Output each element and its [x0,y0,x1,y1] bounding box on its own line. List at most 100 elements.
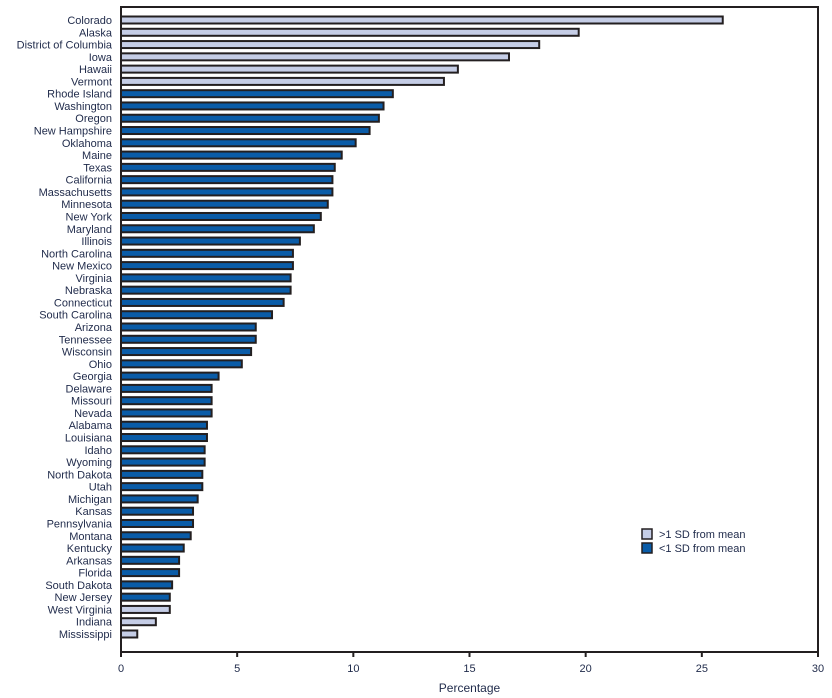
bar-nevada [120,408,213,418]
legend-label-below: <1 SD from mean [659,543,746,555]
category-label: Minnesota [61,199,113,211]
bar-west-virginia [120,604,171,614]
bar-new-hampshire [120,126,371,136]
category-labels: ColoradoAlaskaDistrict of ColumbiaIowaHa… [17,15,113,641]
bar-nebraska [120,285,292,295]
bar-tennessee [120,334,257,344]
bar-delaware [120,383,213,393]
x-axis-title: Percentage [439,681,501,695]
bar-north-dakota [120,469,204,479]
category-label: Indiana [76,617,113,629]
bar-illinois [120,236,301,246]
bar-new-mexico [120,261,294,271]
category-label: Maine [82,150,112,162]
bar-alaska [120,27,580,37]
x-tick-label: 20 [580,663,592,675]
bar-indiana [120,617,157,627]
category-label: Texas [83,162,112,174]
category-label: Colorado [67,15,112,27]
bar-massachusetts [120,187,334,197]
category-label: Michigan [68,494,112,506]
category-label: Mississippi [59,629,112,641]
category-label: District of Columbia [17,40,113,52]
bar-oklahoma [120,138,357,148]
category-label: South Dakota [45,580,113,592]
category-label: Massachusetts [39,187,113,199]
category-label: Utah [89,482,112,494]
x-tick-label: 15 [463,663,475,675]
category-label: Iowa [89,52,113,64]
bar-colorado [120,15,724,25]
bar-idaho [120,445,206,455]
legend-label-above: >1 SD from mean [659,529,746,541]
bar-minnesota [120,199,329,209]
category-label: Virginia [76,273,113,285]
category-label: Maryland [67,224,112,236]
bar-iowa [120,52,510,62]
category-label: Nevada [74,408,113,420]
bar-georgia [120,371,220,381]
category-label: South Carolina [39,310,113,322]
x-tick-label: 30 [812,663,824,675]
legend: >1 SD from mean <1 SD from mean [641,528,746,555]
category-label: Rhode Island [47,89,112,101]
category-label: Oregon [75,113,112,125]
category-label: Louisiana [65,433,113,445]
category-label: New Hampshire [34,126,112,138]
bar-wisconsin [120,347,253,357]
x-tick-label: 0 [118,663,124,675]
legend-swatch-above [641,528,653,540]
bar-washington [120,101,385,111]
category-label: Oklahoma [62,138,113,150]
bar-oregon [120,113,380,123]
bar-california [120,175,334,185]
bar-louisiana [120,433,208,443]
category-label: Washington [54,101,112,113]
bar-texas [120,162,336,172]
category-label: Alabama [69,420,113,432]
category-label: Wyoming [66,457,112,469]
category-label: North Dakota [47,469,113,481]
category-label: New York [66,211,113,223]
legend-swatch-below [641,542,653,554]
bar-ohio [120,359,243,369]
bar-maine [120,150,343,160]
bar-south-carolina [120,310,274,320]
category-label: Vermont [71,76,112,88]
category-label: Hawaii [79,64,112,76]
category-label: Florida [78,568,113,580]
category-label: Tennessee [59,334,112,346]
bar-michigan [120,494,199,504]
bar-south-dakota [120,580,174,590]
bar-wyoming [120,457,206,467]
bar-montana [120,531,192,541]
category-label: West Virginia [48,604,113,616]
category-label: Illinois [81,236,112,248]
bar-alabama [120,420,208,430]
bar-virginia [120,273,292,283]
bar-north-carolina [120,248,294,258]
bar-missouri [120,396,213,406]
bar-kentucky [120,543,185,553]
x-tick-label: 5 [234,663,240,675]
category-label: Missouri [71,396,112,408]
bar-mississippi [120,629,139,639]
category-label: California [66,175,113,187]
bar-new-jersey [120,592,171,602]
category-label: Idaho [84,445,112,457]
bar-utah [120,482,204,492]
bar-arkansas [120,555,181,565]
category-label: New Jersey [55,592,113,604]
bar-florida [120,568,181,578]
category-label: New Mexico [52,261,112,273]
category-label: Georgia [73,371,113,383]
category-label: North Carolina [41,248,113,260]
x-tick-label: 25 [696,663,708,675]
x-axis-ticks: 0 5 10 15 20 25 30 [118,652,824,675]
bar-kansas [120,506,195,516]
bar-hawaii [120,64,459,74]
category-label: Kentucky [67,543,113,555]
category-label: Nebraska [65,285,113,297]
category-label: Wisconsin [62,347,112,359]
bar-new-york [120,211,322,221]
